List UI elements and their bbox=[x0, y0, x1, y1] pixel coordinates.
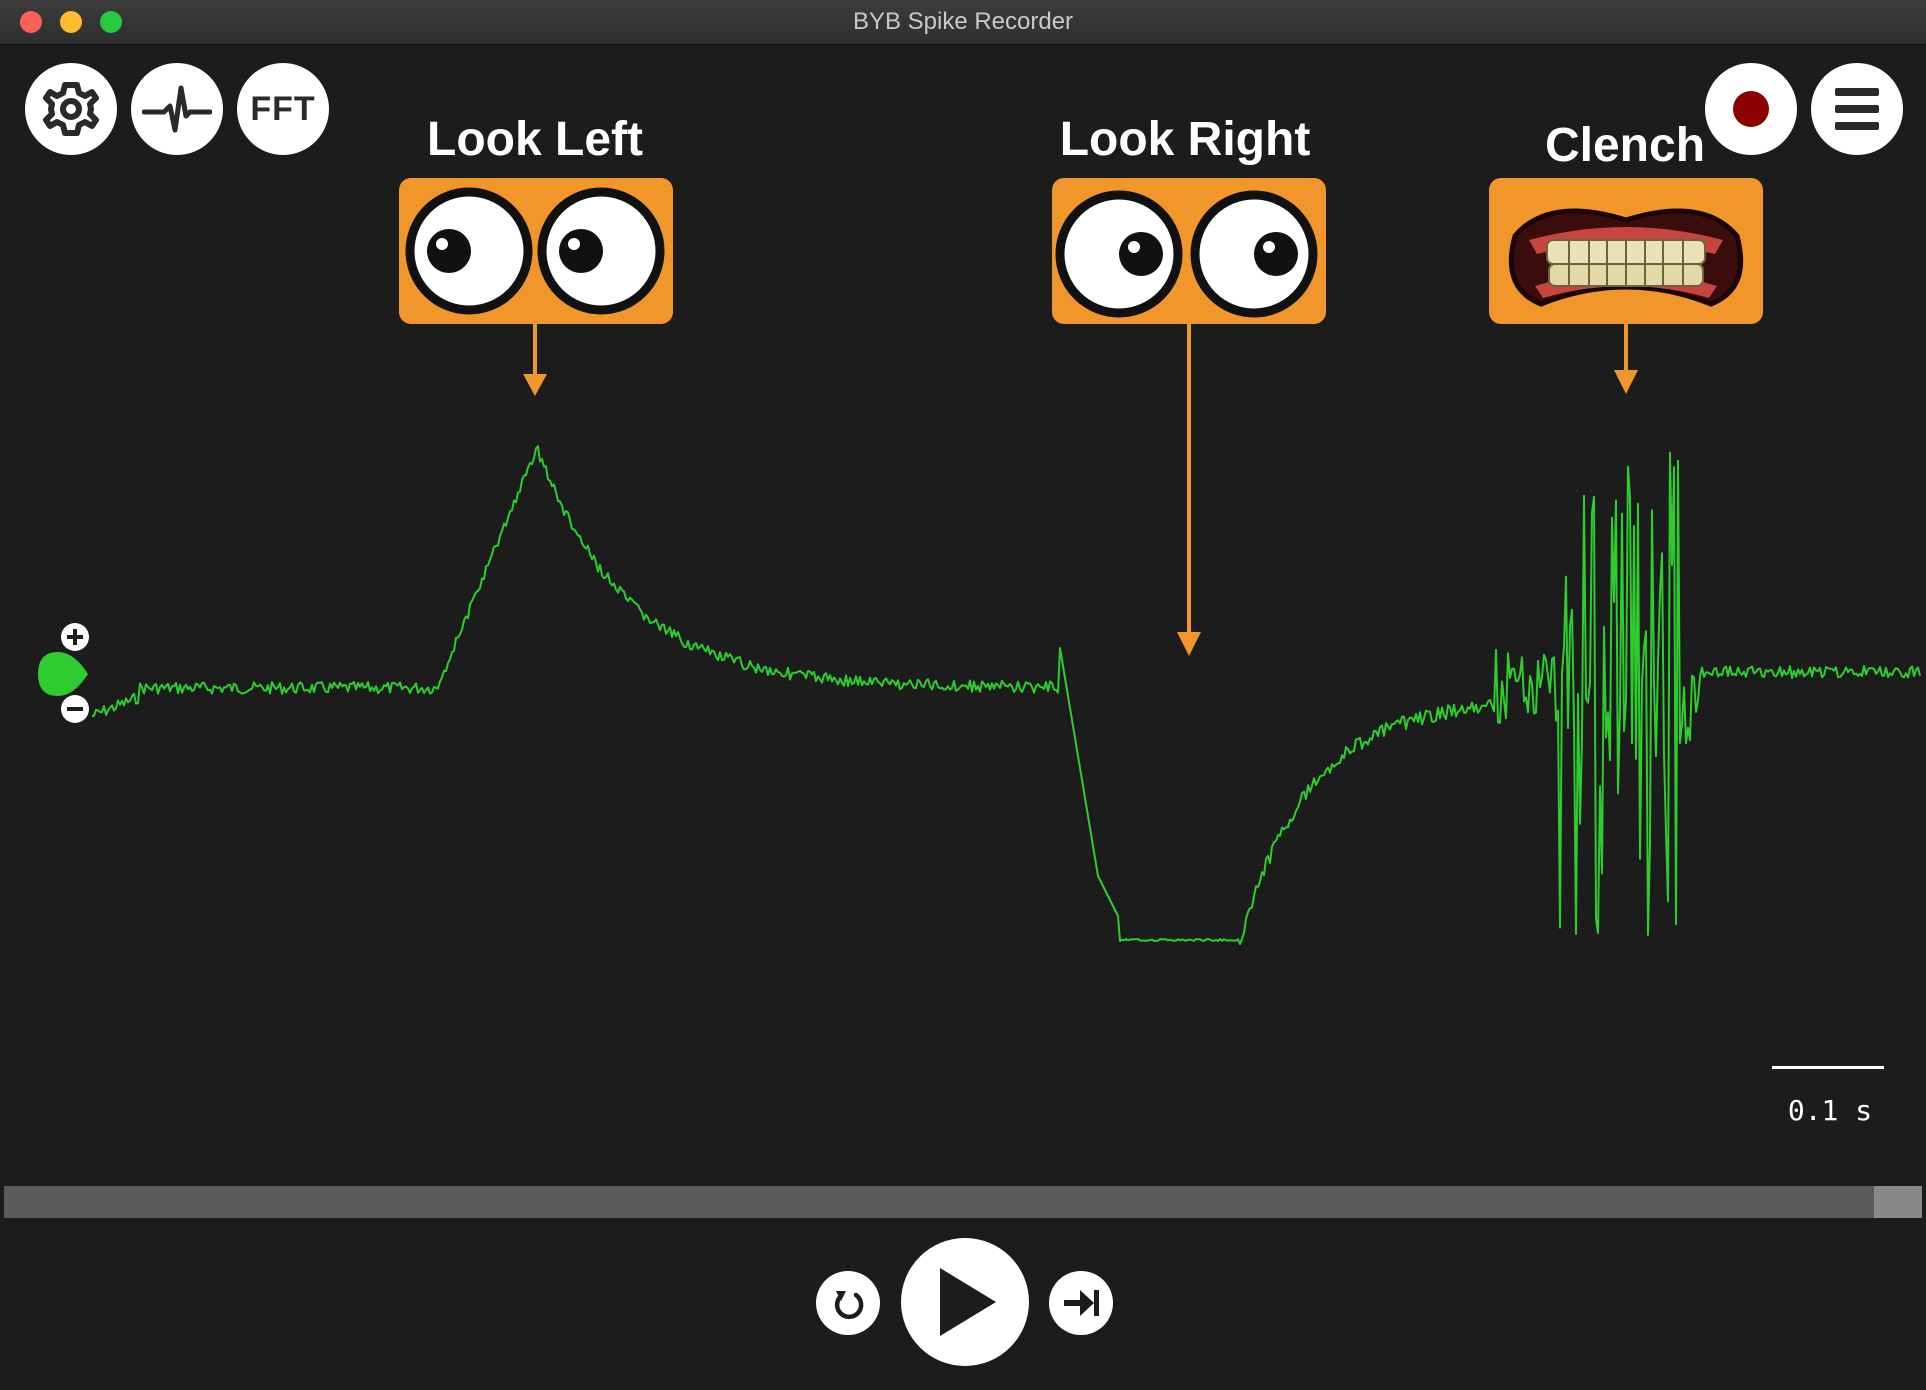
rewind-icon bbox=[834, 1291, 864, 1320]
timeline-scrollbar[interactable] bbox=[4, 1186, 1922, 1218]
fft-label: FFT bbox=[250, 89, 316, 128]
clenched-teeth-icon bbox=[1508, 208, 1744, 307]
look-left-picture bbox=[399, 178, 673, 324]
gain-decrease-button[interactable] bbox=[61, 695, 89, 723]
plus-icon bbox=[67, 629, 83, 645]
time-scale-bar bbox=[1772, 1066, 1884, 1069]
minus-icon bbox=[67, 707, 83, 711]
menu-button[interactable] bbox=[1811, 63, 1903, 155]
annotation-title-look-right: Look Right bbox=[1059, 113, 1311, 166]
clench-picture bbox=[1489, 178, 1763, 324]
rewind-button[interactable] bbox=[816, 1271, 880, 1335]
hamburger-menu-icon bbox=[1835, 88, 1879, 130]
annotation-title-clench: Clench bbox=[1544, 119, 1706, 172]
spike-waveform-icon bbox=[142, 85, 212, 133]
play-icon bbox=[940, 1268, 996, 1336]
skip-to-end-icon bbox=[1064, 1290, 1099, 1316]
emg-signal-trace bbox=[92, 445, 1921, 946]
fft-button[interactable]: FFT bbox=[237, 63, 329, 155]
look-right-picture bbox=[1052, 178, 1326, 324]
annotation-title-look-left: Look Left bbox=[427, 113, 643, 166]
time-scale-label: 0.1 s bbox=[1787, 1094, 1873, 1127]
scrollbar-thumb[interactable] bbox=[1874, 1186, 1922, 1218]
eyes-looking-right-icon bbox=[1055, 190, 1318, 318]
eyes-looking-left-icon bbox=[405, 187, 665, 315]
gain-increase-button[interactable] bbox=[61, 623, 89, 651]
threshold-button[interactable] bbox=[131, 63, 223, 155]
skip-to-end-button[interactable] bbox=[1049, 1271, 1113, 1335]
window-title: BYB Spike Recorder bbox=[852, 8, 1074, 35]
settings-button[interactable] bbox=[25, 63, 117, 155]
play-button[interactable] bbox=[901, 1238, 1029, 1366]
app-window: BYB Spike Recorder FFT Look Left Look Ri… bbox=[0, 0, 1926, 1390]
gear-icon bbox=[43, 82, 99, 136]
title-bar: BYB Spike Recorder bbox=[0, 0, 1926, 45]
